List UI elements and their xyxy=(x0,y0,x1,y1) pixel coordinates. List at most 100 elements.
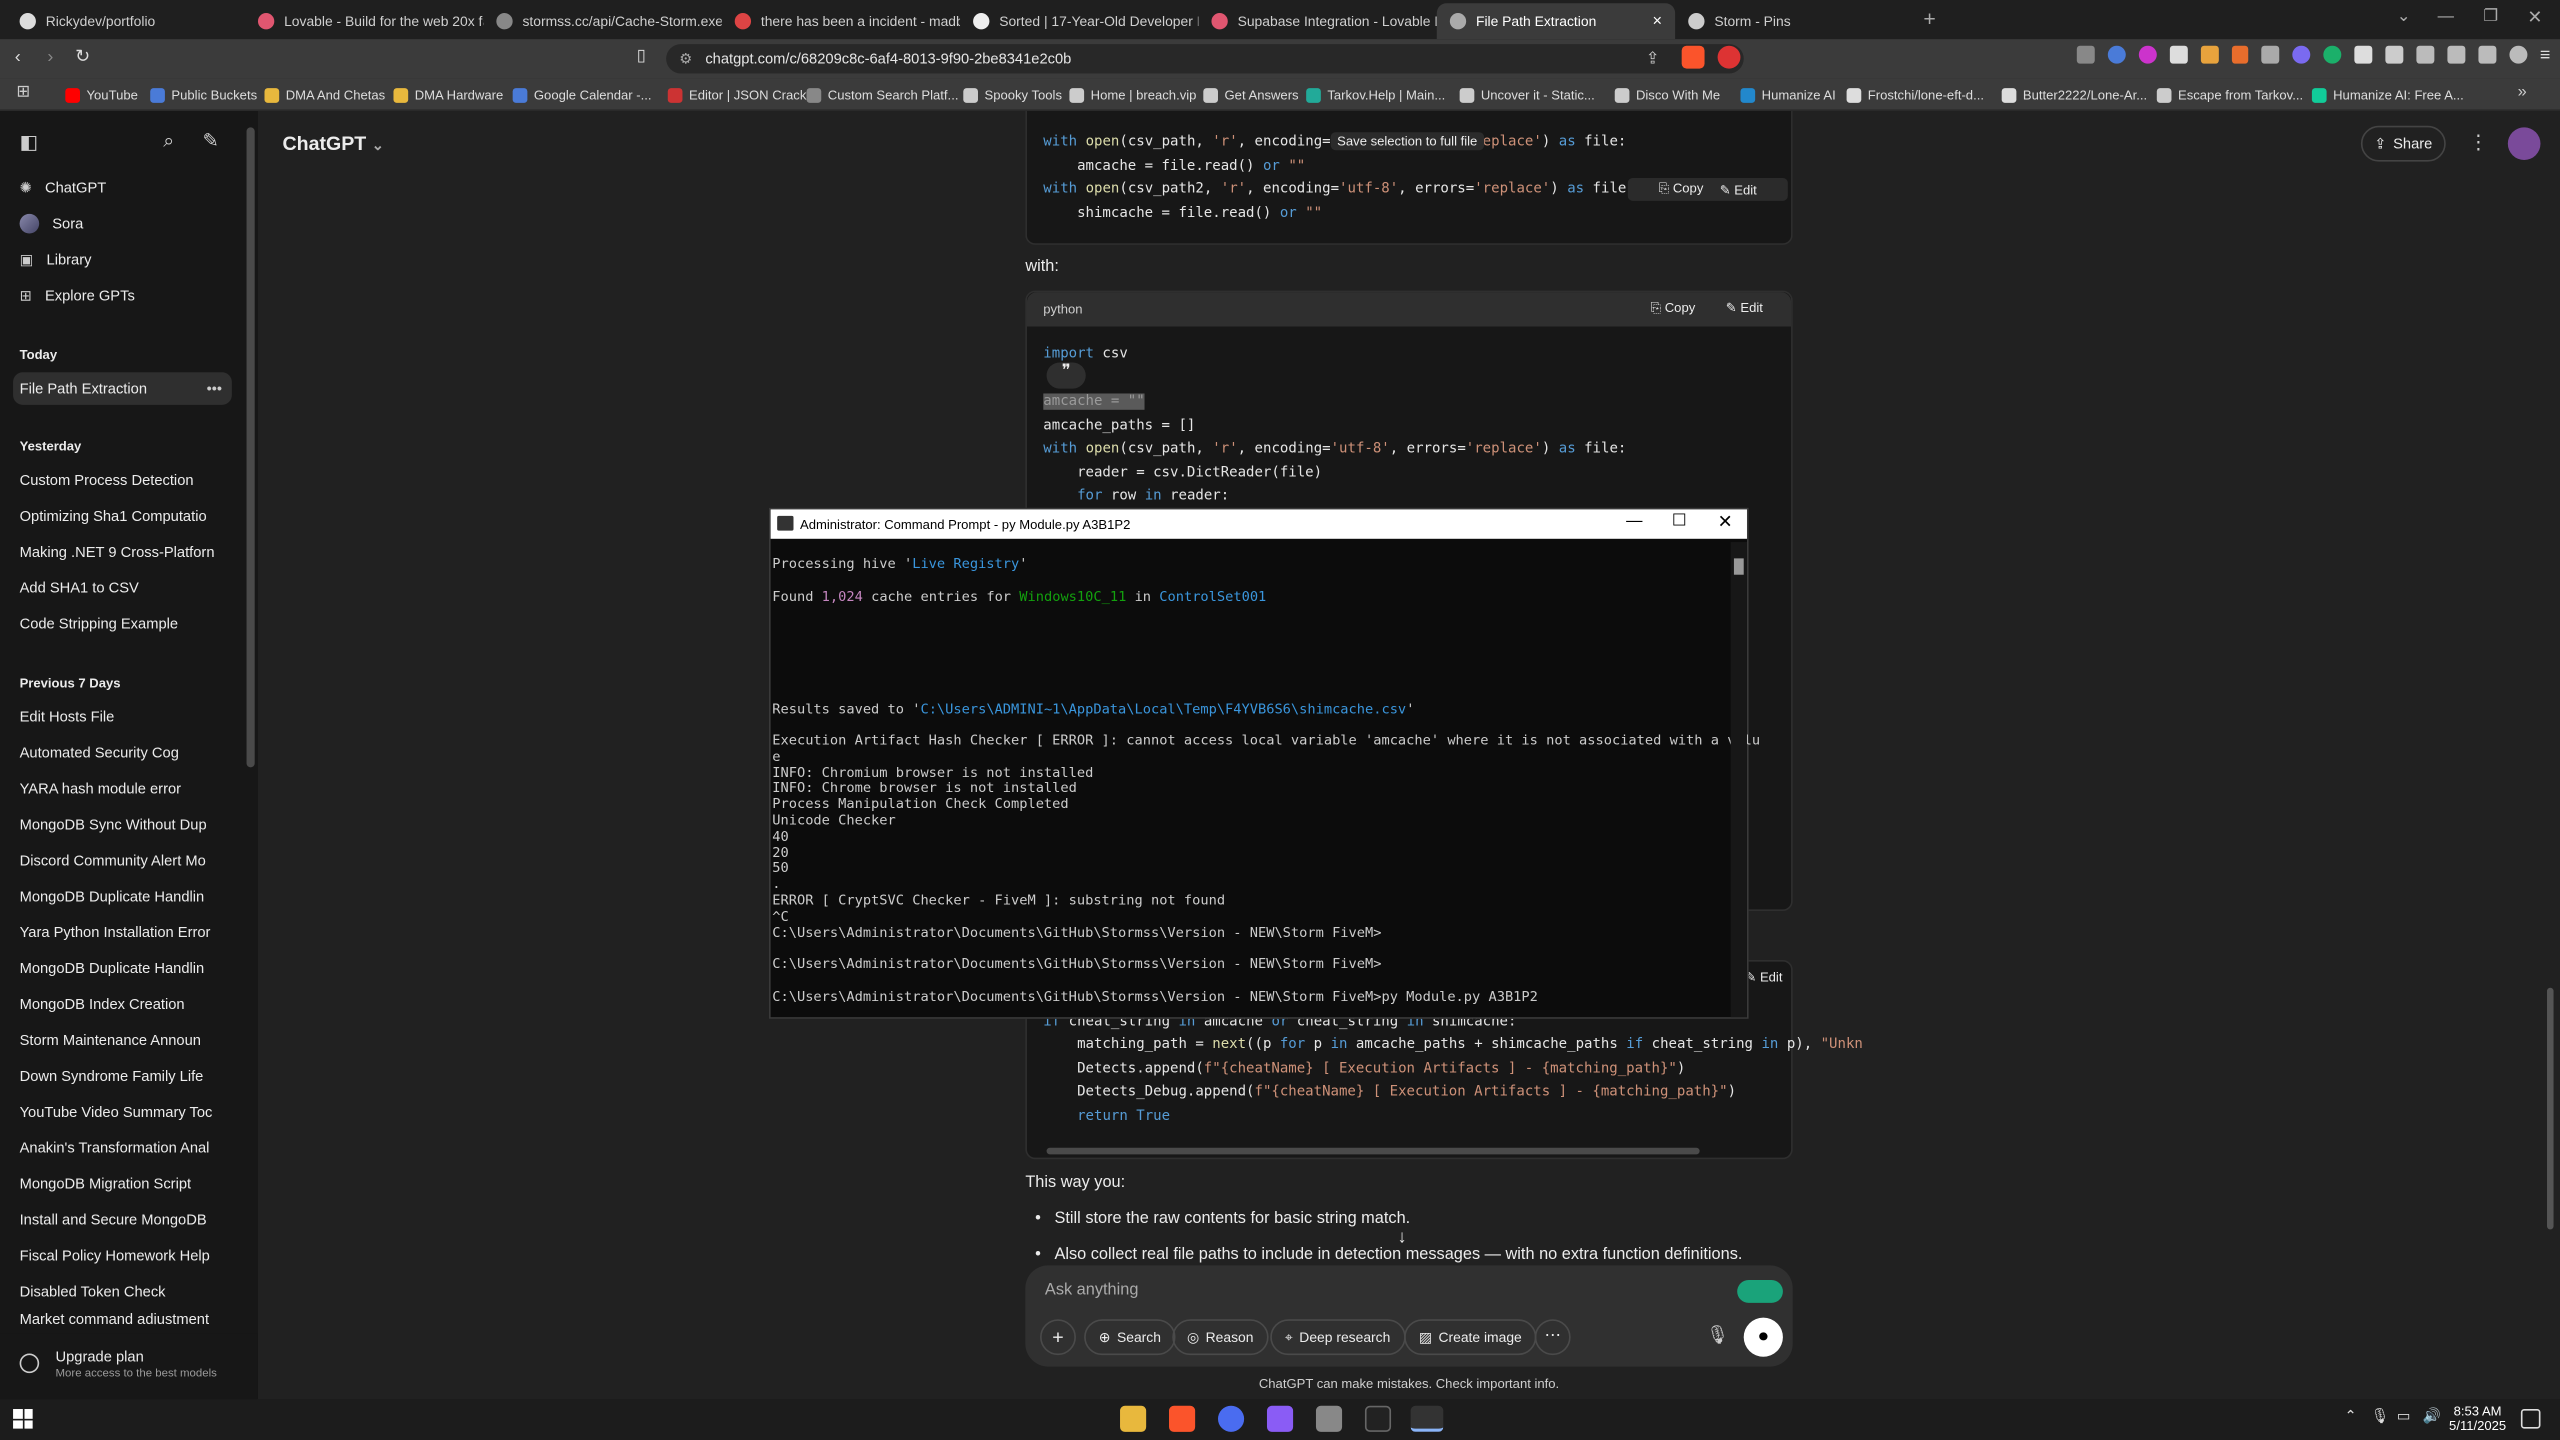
download-icon[interactable] xyxy=(2385,45,2404,64)
sidebar-chat-item[interactable]: MongoDB Sync Without Dup xyxy=(13,808,232,841)
scroll-down-icon[interactable]: ↓ xyxy=(1398,1228,1407,1248)
page-scrollbar[interactable] xyxy=(2547,987,2554,1230)
brave-icon[interactable] xyxy=(1169,1405,1196,1432)
close-sidebar-icon[interactable]: ◧ xyxy=(20,131,39,154)
brave-shield-icon[interactable] xyxy=(1681,45,1705,69)
extension-icon[interactable] xyxy=(2292,45,2311,64)
sidebar-chat-item[interactable]: Storm Maintenance Announ xyxy=(13,1024,232,1057)
wallet-icon[interactable] xyxy=(2447,45,2466,64)
sidebar-chat-item[interactable]: MongoDB Index Creation xyxy=(13,988,232,1021)
extension-icon[interactable] xyxy=(2200,45,2219,64)
cmd-close-icon[interactable]: ✕ xyxy=(1718,511,1733,533)
more-bookmarks-icon[interactable]: » xyxy=(2518,83,2527,101)
deep-research-button[interactable]: ⌖ Deep research xyxy=(1270,1319,1406,1356)
bookmark-spooky-tools[interactable]: Spooky Tools xyxy=(963,82,1062,108)
back-icon[interactable]: ‹ xyxy=(15,47,21,67)
app-icon[interactable] xyxy=(1364,1405,1392,1432)
bookmark-custom-search[interactable]: Custom Search Platf... xyxy=(806,82,958,108)
tab-storm-pins[interactable]: Storm - Pins xyxy=(1675,3,1913,39)
sidebar-chat-item[interactable]: MongoDB Duplicate Handlin xyxy=(13,880,232,913)
edit-button[interactable]: ✎ Edit xyxy=(1720,182,1757,197)
site-info-icon[interactable]: ⚙ xyxy=(679,50,692,68)
network-icon[interactable]: ▭ xyxy=(2397,1407,2411,1425)
tab-lovable[interactable]: Lovable - Build for the web 20x fast xyxy=(245,3,483,39)
bookmark-dma-hardware[interactable]: DMA Hardware xyxy=(393,82,503,108)
tray-chevron-icon[interactable]: ⌃ xyxy=(2345,1407,2357,1425)
sidebar-toggle-icon[interactable] xyxy=(2416,45,2435,64)
sidebar-chat-item[interactable]: Add SHA1 to CSV xyxy=(13,571,232,604)
upgrade-plan[interactable]: Upgrade plan More access to the best mod… xyxy=(0,1333,258,1400)
tab-github[interactable]: Rickydev/portfolio xyxy=(7,3,245,39)
search-icon[interactable]: ⌕ xyxy=(163,129,174,153)
sidebar-chat-item[interactable]: YARA hash module error xyxy=(13,772,232,805)
address-bar[interactable]: ⚙ chatgpt.com/c/68209c8c-6af4-8013-9f90-2… xyxy=(666,44,1744,74)
bookmark-breach-vip[interactable]: Home | breach.vip xyxy=(1069,82,1196,108)
close-window-icon[interactable]: ✕ xyxy=(2527,7,2542,28)
model-selector[interactable]: ChatGPT ⌄ xyxy=(282,132,384,155)
bookmark-humanize-free[interactable]: Humanize AI: Free A... xyxy=(2311,82,2464,108)
sidebar-chat-item[interactable]: Market command adjustment xyxy=(13,1311,232,1324)
tab-search-icon[interactable]: ⌄ xyxy=(2397,8,2411,26)
sidebar-chat-item[interactable]: Custom Process Detection xyxy=(13,464,232,497)
sidebar-scrollbar[interactable] xyxy=(246,127,255,768)
sidebar-chat-item[interactable]: Discord Community Alert Mo xyxy=(13,844,232,877)
file-explorer-icon[interactable] xyxy=(1120,1405,1147,1432)
bookmark-json-crack[interactable]: Editor | JSON Crack xyxy=(667,82,806,108)
prompt-input[interactable]: Ask anything xyxy=(1045,1282,1138,1300)
sidebar-chat-item[interactable]: Edit Hosts File xyxy=(13,700,232,733)
bookmark-icon[interactable]: ▯ xyxy=(637,47,646,65)
discord-icon[interactable] xyxy=(1217,1405,1245,1432)
sidebar-item-library[interactable]: ▣ Library xyxy=(13,243,232,276)
tab-stormss[interactable]: stormss.cc/api/Cache-Storm.exe xyxy=(483,3,722,39)
command-prompt-window[interactable]: Administrator: Command Prompt - py Modul… xyxy=(769,507,1760,1019)
copy-button[interactable]: ⎘ Copy xyxy=(1651,300,1696,316)
sidebar-chat-item[interactable]: Making .NET 9 Cross-Platforn xyxy=(13,536,232,569)
forward-icon[interactable]: › xyxy=(47,47,53,67)
avatar[interactable] xyxy=(2507,127,2541,161)
bookmark-tarkov-help[interactable]: Tarkov.Help | Main... xyxy=(1306,82,1445,108)
sidebar-chat-item[interactable]: MongoDB Duplicate Handlin xyxy=(13,952,232,985)
attach-button[interactable]: + xyxy=(1040,1319,1076,1356)
cmd-scrollbar[interactable] xyxy=(1730,542,1747,1018)
code-horizontal-scrollbar[interactable] xyxy=(1046,1147,1700,1155)
new-tab-icon[interactable]: + xyxy=(1923,7,1935,31)
bookmark-get-answers[interactable]: Get Answers xyxy=(1203,82,1299,108)
sidebar-chat-item[interactable]: Disabled Token Check xyxy=(13,1275,232,1308)
extension-icon[interactable] xyxy=(2231,45,2249,64)
sidebar-chat-item[interactable]: MongoDB Migration Script xyxy=(13,1167,232,1200)
bookmark-google-calendar[interactable]: Google Calendar -... xyxy=(512,82,652,108)
app-icon[interactable] xyxy=(1266,1405,1294,1432)
create-image-button[interactable]: ▨ Create image xyxy=(1404,1319,1537,1356)
bookmark-uncover-it[interactable]: Uncover it - Static... xyxy=(1459,82,1595,108)
extension-icon[interactable] xyxy=(2262,45,2280,64)
edit-button[interactable]: ✎ Edit xyxy=(1726,300,1763,315)
sidebar-chat-item[interactable]: YouTube Video Summary Toc xyxy=(13,1096,232,1129)
extension-icon[interactable] xyxy=(2138,45,2157,64)
bookmark-escape-tarkov[interactable]: Escape from Tarkov... xyxy=(2156,82,2303,108)
extension-icon[interactable] xyxy=(2107,45,2126,64)
share-button[interactable]: ⇪ Share xyxy=(2360,125,2446,162)
mic-tray-icon[interactable]: 🎙 xyxy=(2371,1407,2390,1425)
extension-icon[interactable] xyxy=(2323,45,2342,64)
copy-button[interactable]: ⎘ Copy xyxy=(1659,181,1704,197)
sidebar-chat-item[interactable]: Install and Secure MongoDB xyxy=(13,1203,232,1236)
extension-icon[interactable] xyxy=(2169,45,2188,64)
volume-icon[interactable]: 🔊 xyxy=(2423,1407,2441,1425)
sidebar-chat-item[interactable]: Code Stripping Example xyxy=(13,607,232,640)
sidebar-chat-item[interactable]: Yara Python Installation Error xyxy=(13,916,232,949)
tab-gmail[interactable]: there has been a incident - madbur xyxy=(722,3,960,39)
extension-icon[interactable] xyxy=(2076,45,2095,64)
restore-icon[interactable]: ❐ xyxy=(2483,8,2498,26)
terminal-icon[interactable] xyxy=(1410,1405,1444,1432)
clock[interactable]: 8:53 AM 5/11/2025 xyxy=(2449,1404,2506,1433)
puzzle-icon[interactable] xyxy=(2354,45,2373,64)
sidebar-chat-item[interactable]: Automated Security Cog xyxy=(13,736,232,769)
sidebar-item-explore-gpts[interactable]: ⊞ Explore GPTs xyxy=(13,279,232,312)
sidebar-chat-item[interactable]: Anakin's Transformation Anal xyxy=(13,1131,232,1164)
sidebar-item-sora[interactable]: Sora xyxy=(13,207,232,240)
more-options-icon[interactable]: ⋮ xyxy=(2469,131,2489,154)
leo-icon[interactable] xyxy=(2478,45,2496,64)
tab-file-path-extraction[interactable]: File Path Extraction × xyxy=(1436,3,1676,40)
reload-icon[interactable]: ↻ xyxy=(75,46,90,67)
notifications-icon[interactable] xyxy=(2520,1409,2541,1429)
